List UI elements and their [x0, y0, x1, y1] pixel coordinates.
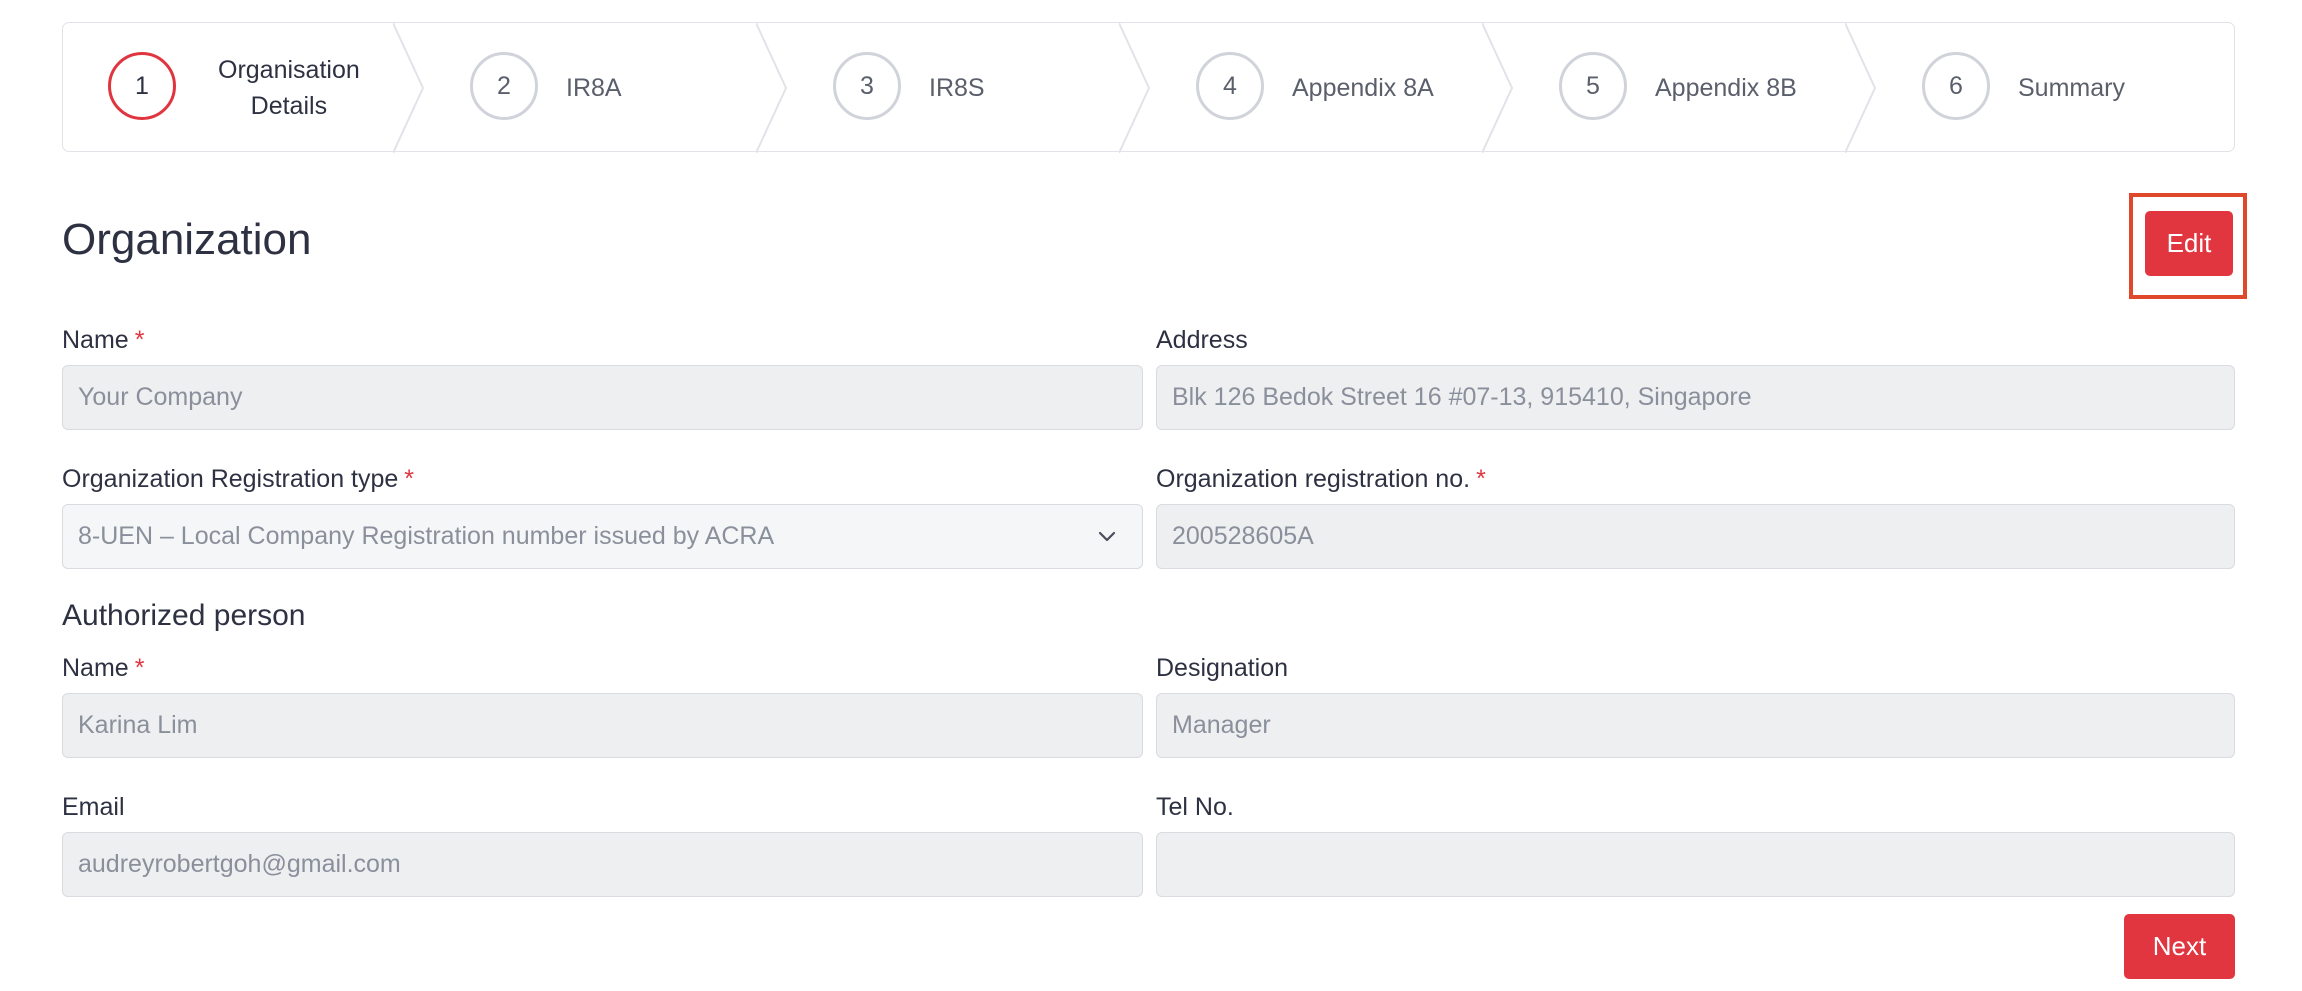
step-separator-icon: [393, 23, 425, 153]
required-marker: *: [404, 465, 415, 493]
required-marker: *: [1476, 465, 1486, 493]
step-number-badge: 5: [1559, 52, 1627, 120]
step-label: Appendix 8A: [1292, 73, 1434, 102]
step-label: IR8S: [929, 73, 985, 102]
step-organisation-details[interactable]: 1 Organisation Details: [63, 23, 393, 153]
tel-field[interactable]: [1156, 832, 2235, 897]
step-label: IR8A: [566, 73, 622, 102]
address-label: Address: [1156, 326, 1248, 354]
page-title: Organization: [62, 215, 312, 264]
reg-no-field[interactable]: 200528605A: [1156, 504, 2235, 569]
edit-button[interactable]: Edit: [2145, 211, 2233, 276]
reg-type-selected-value: 8-UEN – Local Company Registration numbe…: [78, 522, 775, 550]
reg-no-label: Organization registration no. *: [1156, 465, 1486, 493]
step-number-badge: 3: [833, 52, 901, 120]
required-marker: *: [134, 326, 145, 354]
person-name-label: Name *: [62, 654, 145, 682]
designation-field[interactable]: Manager: [1156, 693, 2235, 758]
reg-type-label: Organization Registration type *: [62, 465, 415, 493]
next-button[interactable]: Next: [2124, 914, 2235, 979]
step-separator-icon: [1119, 23, 1151, 153]
step-number-badge: 1: [108, 52, 176, 120]
step-separator-icon: [1845, 23, 1877, 153]
org-name-label: Name *: [62, 326, 145, 354]
step-appendix-8a[interactable]: 4 Appendix 8A: [1151, 23, 1481, 153]
address-field[interactable]: Blk 126 Bedok Street 16 #07-13, 915410, …: [1156, 365, 2235, 430]
tel-label: Tel No.: [1156, 793, 1234, 821]
designation-label: Designation: [1156, 654, 1289, 682]
step-separator-icon: [1482, 23, 1514, 153]
step-summary[interactable]: 6 Summary: [1877, 23, 2207, 153]
step-label: Organisation Details: [218, 56, 360, 120]
step-number-badge: 4: [1196, 52, 1264, 120]
step-appendix-8b[interactable]: 5 Appendix 8B: [1514, 23, 1844, 153]
step-label: Appendix 8B: [1655, 73, 1797, 102]
email-field[interactable]: audreyrobertgoh@gmail.com: [62, 832, 1143, 897]
step-label: Summary: [2018, 73, 2125, 102]
step-ir8a[interactable]: 2 IR8A: [425, 23, 755, 153]
step-number-badge: 6: [1922, 52, 1990, 120]
reg-type-select[interactable]: 8-UEN – Local Company Registration numbe…: [62, 504, 1143, 569]
email-label: Email: [62, 793, 125, 821]
required-marker: *: [134, 654, 145, 682]
authorized-person-heading: Authorized person: [62, 599, 306, 632]
org-name-field[interactable]: Your Company: [62, 365, 1143, 430]
step-ir8s[interactable]: 3 IR8S: [788, 23, 1118, 153]
chevron-down-icon: [1098, 531, 1116, 542]
person-name-field[interactable]: Karina Lim: [62, 693, 1143, 758]
step-number-badge: 2: [470, 52, 538, 120]
wizard-stepper: 1 Organisation Details 2 IR8A 3 IR8S 4 A…: [62, 22, 2235, 153]
step-separator-icon: [756, 23, 788, 153]
